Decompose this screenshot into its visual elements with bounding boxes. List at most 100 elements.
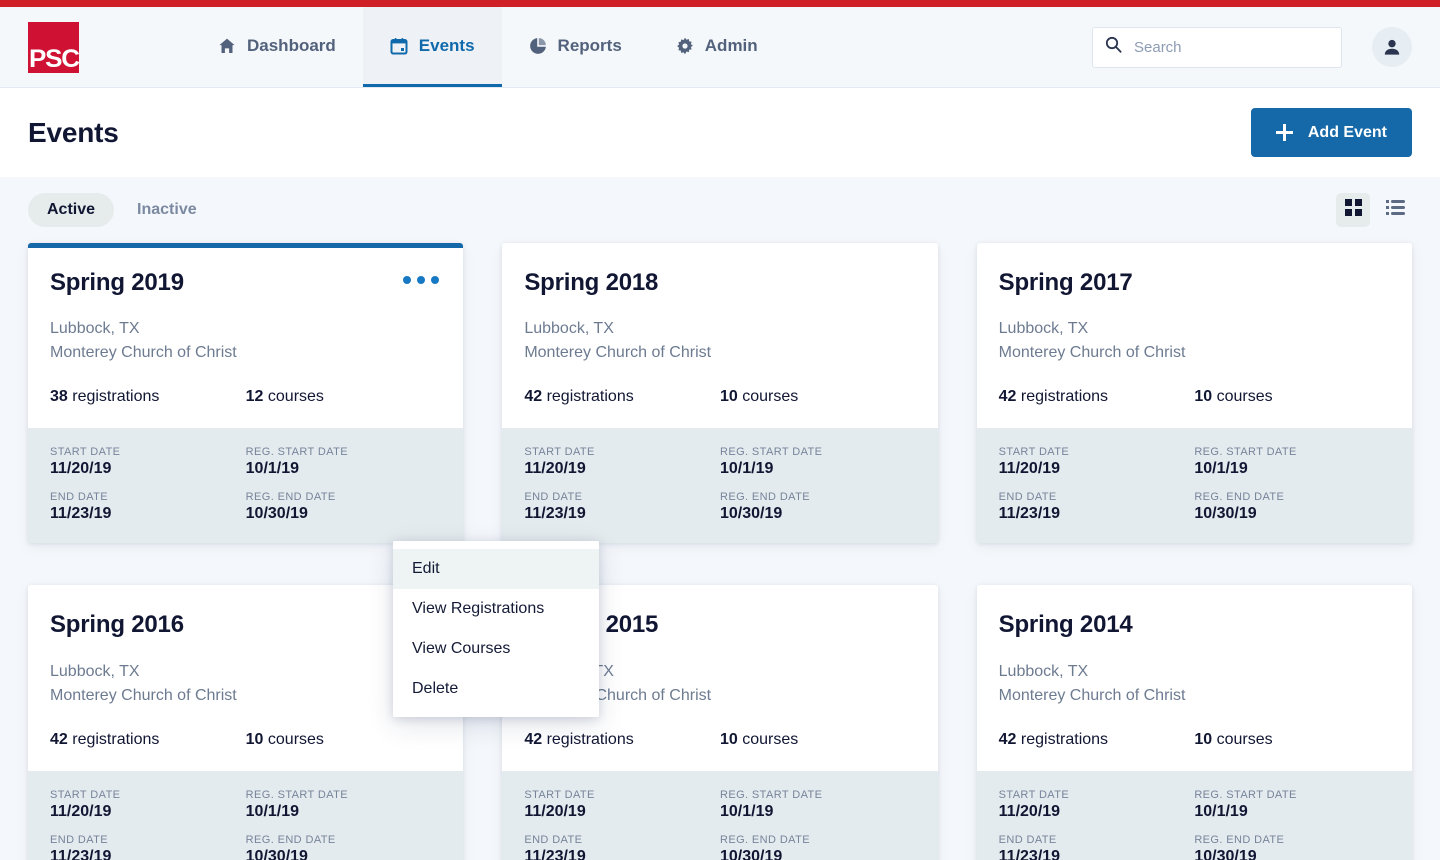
event-location: Lubbock, TX Monterey Church of Christ (999, 660, 1390, 708)
reg-end-date-value: 10/30/19 (245, 505, 308, 523)
event-courses-count: 10 (719, 730, 738, 748)
event-reg-end-date-cell: REG. END DATE 10/30/19 (720, 491, 916, 523)
event-registrations: 42 registrations (524, 388, 720, 406)
event-stats: 42 registrations 10 courses (524, 388, 915, 428)
list-view-button[interactable] (1378, 193, 1412, 227)
reg-end-date-value: 10/30/19 (245, 847, 308, 860)
start-date-value: 11/20/19 (998, 460, 1061, 478)
event-card[interactable]: Spring 2017 Lubbock, TX Monterey Church … (976, 243, 1412, 544)
start-date-label: START DATE (524, 788, 595, 801)
event-courses-count: 10 (1194, 388, 1213, 406)
event-city: Lubbock, TX (50, 662, 140, 680)
event-courses-label: courses (1216, 730, 1273, 748)
psc-logo-mark: PSC (28, 21, 79, 73)
page-title: Events (28, 116, 119, 148)
event-registrations-count: 38 (50, 388, 68, 406)
home-icon (218, 37, 236, 55)
kebab-dot-icon (417, 276, 426, 284)
event-courses-count: 10 (719, 388, 738, 406)
event-start-date-cell: START DATE 11/20/19 (999, 446, 1195, 478)
reg-start-date-value: 10/1/19 (1194, 460, 1248, 478)
add-event-label: Add Event (1307, 123, 1387, 141)
event-dates: START DATE 11/20/19 REG. START DATE 10/1… (502, 428, 938, 544)
event-courses-label: courses (742, 730, 799, 748)
event-registrations: 42 registrations (999, 731, 1195, 749)
reg-end-date-label: REG. END DATE (719, 833, 810, 846)
reg-start-date-label: REG. START DATE (245, 446, 349, 459)
grid-icon (1344, 199, 1362, 221)
end-date-value: 11/23/19 (998, 505, 1061, 523)
start-date-label: START DATE (998, 788, 1070, 801)
event-end-date-cell: END DATE 11/23/19 (524, 834, 720, 860)
reg-start-date-label: REG. START DATE (719, 446, 823, 459)
nav-item-events[interactable]: Events (362, 7, 502, 87)
nav-item-dashboard-label: Dashboard (247, 35, 336, 55)
event-registrations-label: registrations (546, 730, 634, 748)
kebab-dot-icon (431, 276, 440, 284)
reg-end-date-value: 10/30/19 (1194, 505, 1257, 523)
event-courses: 12 courses (246, 388, 442, 406)
event-venue: Monterey Church of Christ (524, 344, 712, 362)
menu-item-edit[interactable]: Edit (393, 549, 599, 589)
reg-start-date-value: 10/1/19 (719, 460, 774, 478)
reg-start-date-label: REG. START DATE (245, 788, 349, 801)
event-courses-label: courses (267, 388, 324, 406)
event-reg-start-date-cell: REG. START DATE 10/1/19 (1194, 446, 1390, 478)
event-title: Spring 2014 (998, 611, 1133, 639)
menu-item-view-courses[interactable]: View Courses (393, 629, 599, 669)
menu-item-delete[interactable]: Delete (393, 669, 599, 709)
brand-logo[interactable]: PSC (0, 7, 79, 87)
event-reg-start-date-cell: REG. START DATE 10/1/19 (1194, 789, 1390, 821)
start-date-label: START DATE (50, 788, 121, 801)
user-avatar-icon[interactable] (1372, 27, 1412, 67)
event-options-button[interactable] (401, 270, 441, 290)
nav-item-reports-label: Reports (557, 35, 622, 55)
tab-active[interactable]: Active (28, 193, 115, 227)
nav-item-reports[interactable]: Reports (502, 7, 649, 87)
event-stats: 42 registrations 10 courses (999, 388, 1390, 428)
search-input[interactable] (1134, 38, 1329, 56)
event-start-date-cell: START DATE 11/20/19 (50, 789, 246, 821)
reg-start-date-label: REG. START DATE (719, 788, 823, 801)
event-venue: Monterey Church of Christ (998, 344, 1186, 362)
event-start-date-cell: START DATE 11/20/19 (999, 789, 1195, 821)
reg-start-date-label: REG. START DATE (1194, 788, 1297, 801)
event-location: Lubbock, TX Monterey Church of Christ (50, 660, 441, 708)
event-dates: START DATE 11/20/19 REG. START DATE 10/1… (28, 770, 464, 860)
search-box[interactable] (1092, 26, 1342, 68)
end-date-label: END DATE (50, 491, 109, 504)
reg-start-date-value: 10/1/19 (245, 802, 300, 820)
end-date-value: 11/23/19 (50, 847, 112, 860)
nav-item-events-label: Events (418, 35, 475, 55)
event-title: Spring 2017 (998, 269, 1133, 296)
event-start-date-cell: START DATE 11/20/19 (50, 446, 246, 478)
nav-item-dashboard[interactable]: Dashboard (191, 7, 363, 87)
gear-icon (676, 37, 694, 55)
tab-inactive[interactable]: Inactive (118, 193, 216, 227)
nav-item-admin[interactable]: Admin (649, 7, 785, 87)
start-date-value: 11/20/19 (998, 802, 1061, 820)
start-date-label: START DATE (50, 446, 121, 459)
end-date-value: 11/23/19 (998, 847, 1061, 860)
event-card[interactable]: Spring 2018 Lubbock, TX Monterey Church … (502, 243, 938, 544)
add-event-button[interactable]: Add Event (1250, 108, 1412, 157)
events-grid: Spring 2019 Lubbock, TX Monterey Church … (0, 243, 1440, 860)
grid-view-button[interactable] (1336, 193, 1370, 227)
end-date-label: END DATE (50, 833, 109, 846)
event-city: Lubbock, TX (998, 662, 1089, 680)
event-registrations: 42 registrations (999, 388, 1195, 406)
event-courses-count: 10 (245, 730, 264, 748)
event-card[interactable]: Spring 2014 Lubbock, TX Monterey Church … (976, 585, 1412, 860)
event-courses: 10 courses (720, 731, 916, 749)
event-stats: 42 registrations 10 courses (999, 731, 1390, 771)
event-stats: 38 registrations 12 courses (50, 388, 441, 428)
end-date-value: 11/23/19 (524, 847, 586, 860)
menu-item-view-registrations[interactable]: View Registrations (393, 589, 599, 629)
event-registrations-count: 42 (524, 388, 543, 406)
calendar-icon (390, 37, 408, 55)
event-registrations-label: registrations (72, 730, 160, 748)
event-courses: 10 courses (1194, 731, 1390, 749)
plus-icon (1275, 124, 1293, 141)
event-reg-end-date-cell: REG. END DATE 10/30/19 (720, 834, 916, 860)
event-card[interactable]: Spring 2019 Lubbock, TX Monterey Church … (28, 243, 464, 544)
